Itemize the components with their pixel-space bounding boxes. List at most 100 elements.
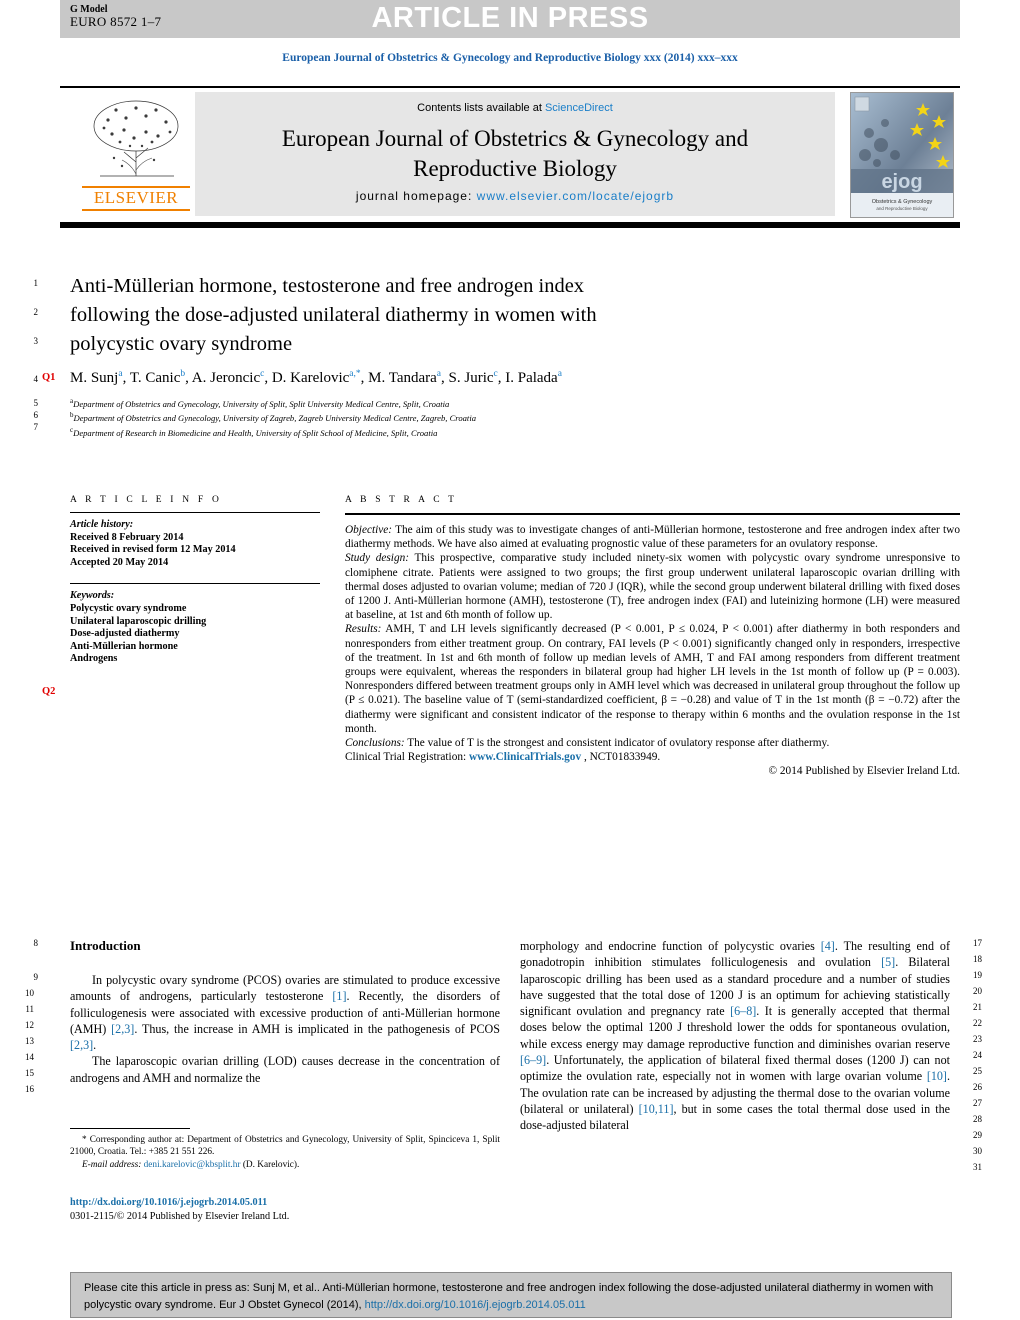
intro-r-e: . Unfortunately, the application of bila… [520,1053,950,1084]
line-number: 15 [25,1068,34,1078]
email-address-link[interactable]: deni.karelovic@kbsplit.hr [144,1160,241,1170]
abstract-panel: A B S T R A C T Objective: The aim of th… [345,495,960,779]
abstract-conclusions-text: The value of T is the strongest and cons… [404,737,830,750]
abstract-objective-label: Objective: [345,524,393,536]
line-number: 11 [25,1004,34,1014]
page-title: Anti-Müllerian hormone, testosterone and… [70,272,730,359]
affiliation-item: bDepartment of Obstetrics and Gynecology… [70,410,770,424]
citation-ref[interactable]: [6–9] [520,1053,546,1067]
affiliation-item: cDepartment of Research in Biomedicine a… [70,425,770,439]
keywords-rule [70,583,320,585]
keyword-item: Dose-adjusted diathermy [70,628,180,640]
affiliation-list: aDepartment of Obstetrics and Gynecology… [70,396,770,439]
line-number: 7 [33,422,39,432]
line-number: 29 [973,1130,982,1140]
citation-ref[interactable]: [5] [881,955,895,969]
affiliation-text: Department of Research in Biomedicine an… [73,427,438,438]
abstract-trial-registration: Clinical Trial Registration: www.Clinica… [345,750,960,764]
intro-paragraph-2: The laparoscopic ovarian drilling (LOD) … [70,1054,500,1085]
author-affil-mark: b [180,369,186,379]
abstract-study-design-label: Study design: [345,552,409,565]
abstract-body: Objective: The aim of this study was to … [345,523,960,779]
intro-right-text: morphology and endocrine function of pol… [520,938,950,1134]
intro-p1-c: . Thus, the increase in AMH is implicate… [134,1021,500,1036]
corresponding-author-text: Corresponding author at: Department of O… [70,1135,500,1158]
line-number: 24 [973,1050,982,1060]
line-number: 5 [33,398,39,408]
affiliation-text: Department of Obstetrics and Gynecology,… [73,398,450,409]
author-name: M. Sunj [70,370,119,386]
title-line-2: following the dose-adjusted unilateral d… [70,304,597,326]
citation-ref[interactable]: [2,3] [70,1038,93,1052]
line-number: 18 [973,954,982,964]
elsevier-wordmark: ELSEVIER [93,188,179,207]
author-name: A. Jeroncic [191,370,261,386]
abstract-conclusions: Conclusions: The value of T is the stron… [345,736,960,750]
citation-ref[interactable]: [10,11] [639,1102,674,1116]
author-name: S. Juric [448,370,494,386]
affiliation-text: Department of Obstetrics and Gynecology,… [73,413,477,424]
line-number: 27 [973,1098,982,1108]
title-line-3: polycystic ovary syndrome [70,333,293,355]
keyword-item: Anti-Müllerian hormone [70,640,178,652]
citation-ref[interactable]: [2,3] [111,1022,134,1036]
intro-left-column: Introduction In polycystic ovary syndrom… [70,938,500,1086]
line-number: 1 [33,278,39,288]
citation-footer-doi-link[interactable]: http://dx.doi.org/10.1016/j.ejogrb.2014.… [365,1299,586,1311]
line-number: 30 [973,1146,982,1156]
sciencedirect-link[interactable]: ScienceDirect [545,102,613,114]
doi-link[interactable]: http://dx.doi.org/10.1016/j.ejogrb.2014.… [70,1196,500,1210]
keywords-label: Keywords: [70,590,115,602]
line-number: 3 [33,336,39,346]
intro-p1-d: . [93,1038,97,1053]
journal-title-line2: Reproductive Biology [413,156,617,181]
journal-homepage-line: journal homepage: www.elsevier.com/locat… [195,189,835,203]
abstract-results: Results: AMH, T and LH levels significan… [345,622,960,736]
journal-cover-thumbnail: ejog Obstetrics & Gynecology and Reprodu… [850,92,954,218]
corresponding-author-note: * Corresponding author at: Department of… [70,1134,500,1159]
author-name: I. Palada [505,370,558,386]
section-heading-introduction: Introduction [70,938,141,953]
author-affil-mark: a [557,369,562,379]
intro-paragraph-1: In polycystic ovary syndrome (PCOS) ovar… [70,972,500,1053]
citation-ref[interactable]: [6–8] [730,1004,756,1018]
article-history-item: Received 8 February 2014 [70,531,184,543]
query-mark-q2[interactable]: Q2 [42,686,55,697]
email-address-label: E-mail address: [82,1159,142,1170]
line-number: 17 [973,938,982,948]
author-affil-mark: c [260,369,265,379]
g-model-block: G Model EURO 8572 1–7 [70,4,161,28]
masthead-top-rule [60,86,960,88]
line-number: 6 [33,410,39,420]
line-number: 23 [973,1034,982,1044]
trial-registration-id: , NCT01833949. [583,751,661,764]
line-number: 20 [973,986,982,996]
citation-ref[interactable]: [4] [821,939,835,953]
abstract-study-design: Study design: This prospective, comparat… [345,551,960,622]
elsevier-tree-icon [93,100,179,177]
article-page: ARTICLE IN PRESS G Model EURO 8572 1–7 E… [0,0,1020,1320]
citation-ref[interactable]: [1] [332,989,346,1003]
line-number: 19 [973,970,982,980]
svg-text:ejog: ejog [881,171,922,193]
line-number: 31 [973,1162,982,1172]
journal-title-line1: European Journal of Obstetrics & Gynecol… [281,126,749,151]
article-history-label: Article history: [70,519,134,530]
abstract-objective: Objective: The aim of this study was to … [345,523,960,551]
article-info-rule [70,512,320,513]
article-info-heading: A R T I C L E I N F O [70,495,223,505]
issn-copyright-line: 0301-2115/© 2014 Published by Elsevier I… [70,1210,290,1222]
trial-registration-label: Clinical Trial Registration: [345,751,467,764]
line-number: 4 [33,374,39,384]
author-affil-mark: a,* [349,369,361,379]
line-number: 12 [25,1020,34,1030]
footnote-block: * Corresponding author at: Department of… [70,1134,500,1171]
line-number: 21 [973,1002,982,1012]
keywords-block: Keywords: Polycystic ovary syndrome Unil… [70,590,320,666]
query-mark-q1[interactable]: Q1 [42,372,55,383]
clinicaltrials-link[interactable]: www.ClinicalTrials.gov [469,751,581,763]
contents-lists-line: Contents lists available at ScienceDirec… [195,102,835,114]
citation-ref[interactable]: [10] [927,1069,947,1083]
journal-homepage-url[interactable]: www.elsevier.com/locate/ejogrb [477,189,674,203]
elsevier-logo: ELSEVIER [68,92,190,216]
